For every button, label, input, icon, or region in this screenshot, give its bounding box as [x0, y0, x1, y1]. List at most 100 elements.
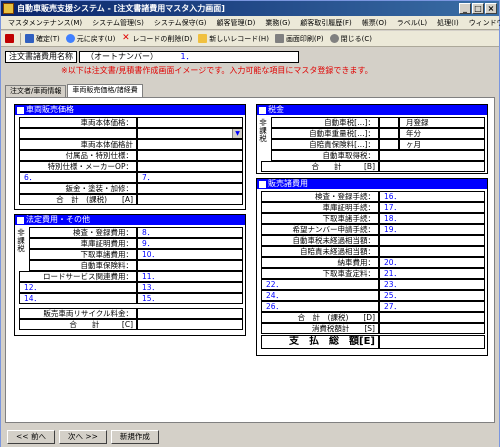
name-row: 注文書諸費用名称 （オートナンバー） 1．	[5, 51, 299, 63]
menu-master[interactable]: マスタメンテナンス(M)	[3, 18, 87, 28]
name-number: 1．	[180, 52, 194, 61]
custom-item-14[interactable]: 14．	[19, 293, 137, 304]
custom-item-24[interactable]: 24．	[261, 290, 379, 301]
years-unit: 年分	[399, 128, 485, 139]
tax-title: 税金	[268, 105, 284, 114]
custom-item-23[interactable]: 23．	[379, 279, 485, 290]
vehicle-total-value	[137, 194, 243, 205]
custom-item-17[interactable]: 17．	[379, 202, 485, 213]
payment-total-value	[379, 335, 485, 349]
car-tax-equiv-field[interactable]	[379, 235, 485, 246]
menu-system-admin[interactable]: システム管理(S)	[87, 18, 149, 28]
menu-window[interactable]: ウィンドウ(W)	[464, 18, 500, 28]
chevron-down-icon[interactable]: ▼	[232, 129, 242, 138]
app-window: 自動車販売支援システム - [注文書諸費用マスタ入力画面] _ □ × マスタメ…	[0, 0, 500, 447]
special-spec-field[interactable]	[137, 161, 243, 172]
custom-item-8[interactable]: 8．	[137, 227, 243, 238]
body-price-field[interactable]	[137, 117, 243, 128]
undo-icon	[65, 34, 75, 43]
custom-item-7[interactable]: 7．	[137, 172, 243, 183]
print-button[interactable]: 画面印刷(P)	[274, 34, 324, 44]
menu-reports[interactable]: 帳票(O)	[357, 18, 392, 28]
custom-item-27[interactable]: 27．	[379, 301, 485, 312]
insurance-field[interactable]	[137, 260, 243, 271]
body-option-select[interactable]: ▼	[137, 128, 243, 139]
delete-icon: ✕	[122, 33, 130, 43]
custom-item-11[interactable]: 11．	[137, 271, 243, 282]
custom-item-9[interactable]: 9．	[137, 238, 243, 249]
custom-item-21[interactable]: 21．	[379, 268, 485, 279]
legal-total-value	[137, 319, 243, 330]
legal-fees-title: 法定費用・その他	[26, 215, 90, 224]
menu-label[interactable]: ラベル(L)	[392, 18, 432, 28]
liability-field[interactable]	[379, 139, 399, 150]
custom-item-15[interactable]: 15．	[137, 293, 243, 304]
custom-item-13[interactable]: 13．	[137, 282, 243, 293]
body-total-label: 車両本体価格計	[19, 139, 137, 150]
new-entry-button[interactable]: 新規作成	[110, 430, 159, 444]
custom-item-16[interactable]: 16．	[379, 191, 485, 202]
menu-process[interactable]: 処理(I)	[432, 18, 464, 28]
previous-record-button[interactable]: << 前へ	[7, 430, 55, 444]
weight-tax-field[interactable]	[379, 128, 399, 139]
name-label: 注文書諸費用名称	[5, 51, 77, 63]
menu-system-maint[interactable]: システム保守(G)	[149, 18, 212, 28]
car-tax-field[interactable]	[379, 117, 399, 128]
tab-price-expenses[interactable]: 車両販売価格/諸経費	[67, 84, 143, 97]
menu-customer[interactable]: 顧客管理(D)	[212, 18, 261, 28]
car-tax-label: 自動車税[…]：	[271, 117, 379, 128]
custom-item-20[interactable]: 20．	[379, 257, 485, 268]
roadservice-label: ロードサービス関連費用：	[19, 271, 137, 282]
special-spec-label: 特別仕様・メーカーOP：	[19, 161, 137, 172]
acquisition-tax-label: 自動車取得税：	[271, 150, 379, 161]
liability-equiv-field[interactable]	[379, 246, 485, 257]
menu-history[interactable]: 顧客取引履歴(F)	[295, 18, 357, 28]
insurance-label: 自動車保険料：	[29, 260, 137, 271]
record-navigation: << 前へ 次へ >> 新規作成	[1, 427, 499, 447]
close-form-button[interactable]: 閉じる(C)	[329, 34, 372, 44]
new-record-button[interactable]: 新しいレコード(H)	[198, 34, 269, 44]
body-option-field[interactable]	[19, 128, 137, 139]
liability-equiv-label: 自賠責未経過相当額：	[261, 246, 379, 257]
recycle-label: 販売車両リサイクル料金：	[19, 308, 137, 319]
tax-header: 税金	[257, 105, 487, 115]
tab-bar: 注文者/車両情報 車両販売価格/諸経費	[5, 84, 144, 97]
menu-business[interactable]: 業務(G)	[260, 18, 295, 28]
recycle-field[interactable]	[137, 308, 243, 319]
toolbar: 確定(T) 元に戻す(U) ✕ レコードの削除(D) 新しいレコード(H) 画面…	[1, 31, 499, 47]
custom-item-19[interactable]: 19．	[379, 224, 485, 235]
vehicle-total-label: 合 計 (課税) [A]	[19, 194, 137, 205]
confirm-label: 確定(T)	[36, 34, 60, 43]
payment-total-label: 支 払 総 額[E]	[261, 335, 379, 349]
inspect-fee-label: 検査・登録費用：	[29, 227, 137, 238]
custom-item-25[interactable]: 25．	[379, 290, 485, 301]
undo-button[interactable]: 元に戻す(U)	[65, 34, 115, 44]
months-unit: ヶ月	[399, 139, 485, 150]
tab-customer-vehicle[interactable]: 注文者/車両情報	[5, 85, 67, 97]
custom-item-22[interactable]: 22．	[261, 279, 379, 290]
maximize-button[interactable]: □	[472, 3, 484, 14]
custom-item-10[interactable]: 10．	[137, 249, 243, 260]
consumption-tax-label: 消費税額計 [S]	[261, 323, 379, 334]
app-logo-icon	[5, 34, 14, 43]
delete-record-button[interactable]: ✕ レコードの削除(D)	[121, 34, 192, 44]
print-label: 画面印刷(P)	[285, 34, 324, 43]
accessory-field[interactable]	[137, 150, 243, 161]
custom-item-26[interactable]: 26．	[261, 301, 379, 312]
acquisition-tax-field[interactable]	[379, 150, 485, 161]
sales-inspect-label: 検査・登録手続：	[261, 191, 379, 202]
tab-page: 車両販売価格 車両本体価格： ▼ 車両本体価格計 付属品・特別仕様： 特別仕様・…	[5, 97, 495, 423]
close-button[interactable]: ×	[485, 3, 497, 14]
minimize-button[interactable]: _	[459, 3, 471, 14]
legal-fees-header: 法定費用・その他	[15, 215, 245, 225]
sales-fees-header: 販売諸費用	[257, 179, 487, 189]
weight-tax-label: 自動車重量税[…]：	[271, 128, 379, 139]
name-field[interactable]: （オートナンバー） 1．	[79, 51, 299, 63]
next-record-button[interactable]: 次へ >>	[58, 430, 107, 444]
confirm-button[interactable]: 確定(T)	[25, 34, 60, 44]
custom-item-18[interactable]: 18．	[379, 213, 485, 224]
name-value: （オートナンバー）	[86, 52, 158, 61]
custom-item-6[interactable]: 6．	[19, 172, 137, 183]
custom-item-12[interactable]: 12．	[19, 282, 137, 293]
paint-field[interactable]	[137, 183, 243, 194]
